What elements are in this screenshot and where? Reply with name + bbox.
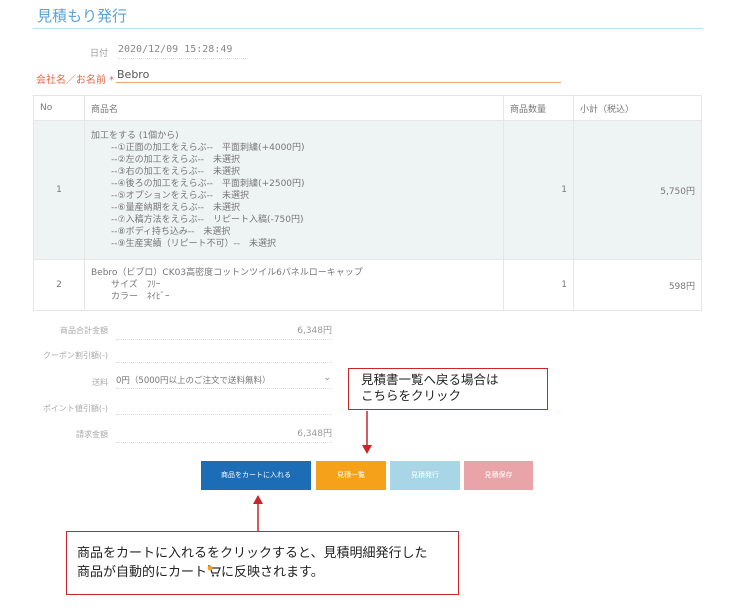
arrowhead-up bbox=[253, 495, 263, 504]
callout-arrows bbox=[253, 411, 372, 531]
arrowhead-down bbox=[362, 445, 372, 454]
